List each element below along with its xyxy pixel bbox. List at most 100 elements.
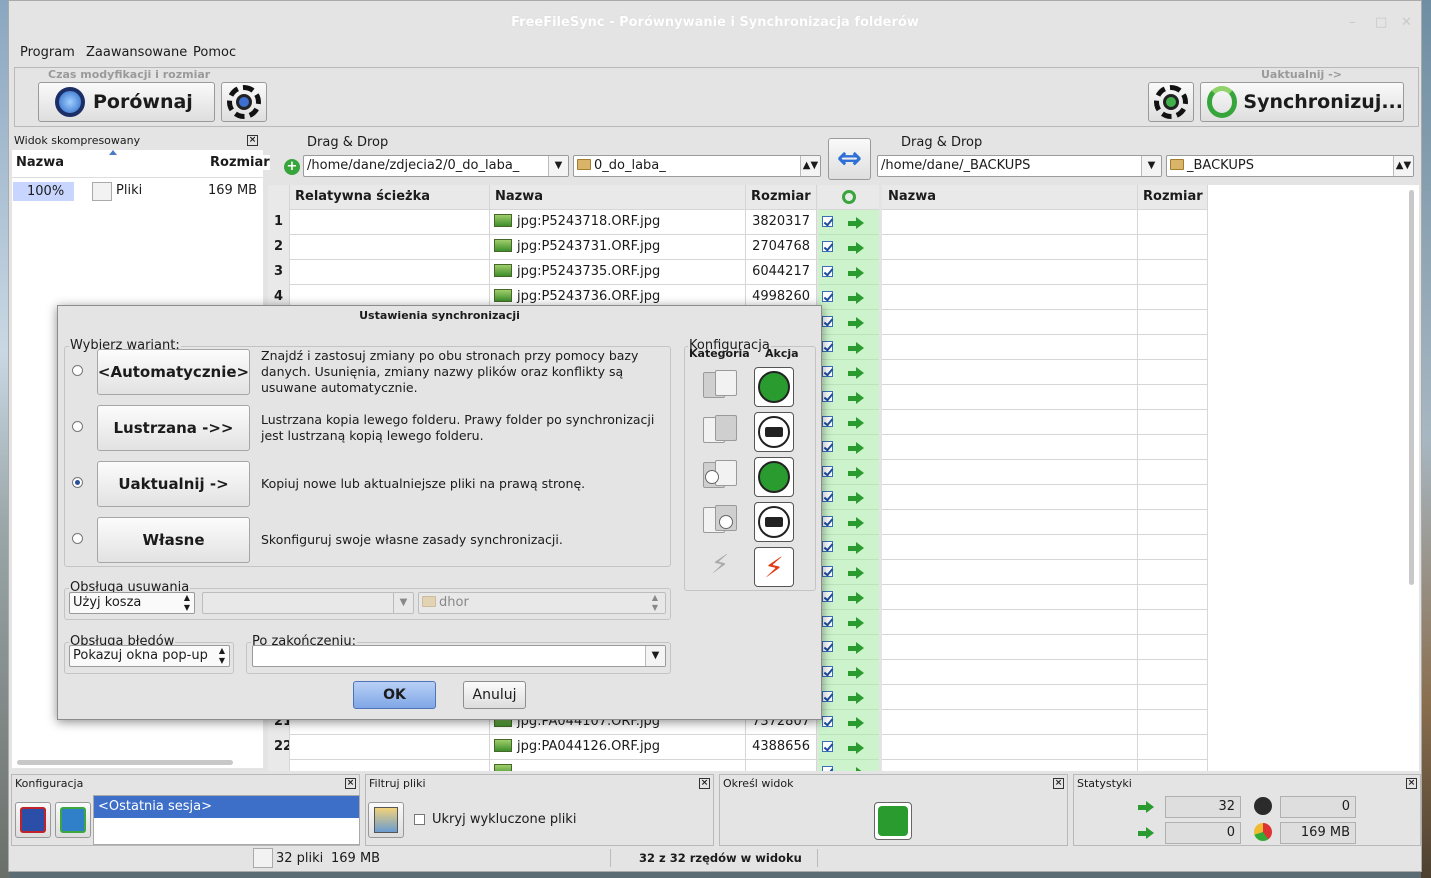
create-right-icon[interactable] — [848, 592, 864, 604]
chevron-down-icon[interactable]: ▼ — [1141, 156, 1161, 176]
sync-settings-button[interactable] — [1148, 82, 1194, 122]
table-row[interactable] — [882, 235, 1208, 260]
table-row[interactable] — [882, 335, 1208, 360]
table-row[interactable] — [268, 760, 817, 771]
show-create-right-toggle[interactable] — [874, 802, 912, 840]
action-row[interactable] — [818, 760, 879, 771]
compare-settings-button[interactable] — [221, 82, 267, 122]
action-row[interactable] — [818, 560, 879, 585]
table-row[interactable] — [882, 560, 1208, 585]
tree-row-files[interactable]: 100% Pliki 169 MB — [12, 180, 263, 204]
variant-mirror-button[interactable]: Lustrzana ->> — [97, 405, 250, 451]
action-row[interactable] — [818, 585, 879, 610]
action-row[interactable] — [818, 635, 879, 660]
radio-automatic[interactable] — [72, 365, 83, 376]
create-right-icon[interactable] — [848, 242, 864, 254]
table-row[interactable]: 1 jpg:P5243718.ORF.jpg 3820317 — [268, 210, 817, 235]
include-checkbox[interactable] — [822, 266, 833, 277]
action-update-right-button[interactable] — [754, 457, 794, 497]
include-checkbox[interactable] — [822, 591, 833, 602]
include-checkbox[interactable] — [822, 716, 833, 727]
on-completion-input[interactable]: ▼ — [252, 645, 666, 667]
include-checkbox[interactable] — [822, 541, 833, 552]
include-checkbox[interactable] — [822, 641, 833, 652]
left-folder-path-input[interactable]: /home/dane/zdjecia2/0_do_laba_ ▼ — [303, 155, 569, 177]
action-row[interactable] — [818, 310, 879, 335]
create-right-icon[interactable] — [848, 442, 864, 454]
col-header-name[interactable]: Nazwa — [882, 185, 1138, 210]
error-handling-select[interactable]: Pokazuj okna pop-up ▲ ▼ — [69, 645, 230, 667]
table-row[interactable] — [882, 210, 1208, 235]
filter-button[interactable] — [368, 802, 404, 838]
load-config-button[interactable] — [55, 802, 91, 838]
radio-custom[interactable] — [72, 533, 83, 544]
create-right-icon[interactable] — [848, 492, 864, 504]
col-header-size[interactable]: Rozmiar — [210, 155, 270, 170]
variant-update-button[interactable]: Uaktualnij -> — [97, 461, 250, 507]
table-row[interactable]: 2 jpg:P5243731.ORF.jpg 2704768 — [268, 235, 817, 260]
include-checkbox[interactable] — [822, 616, 833, 627]
create-right-icon[interactable] — [848, 342, 864, 354]
include-checkbox[interactable] — [822, 666, 833, 677]
action-row[interactable] — [818, 360, 879, 385]
create-right-icon[interactable] — [848, 667, 864, 679]
create-right-icon[interactable] — [848, 467, 864, 479]
action-row[interactable] — [818, 460, 879, 485]
synchronize-button[interactable]: Synchronizuj... — [1200, 82, 1404, 122]
include-checkbox[interactable] — [822, 466, 833, 477]
create-right-icon[interactable] — [848, 267, 864, 279]
action-row[interactable] — [818, 660, 879, 685]
hide-excluded-checkbox[interactable] — [414, 814, 425, 825]
include-checkbox[interactable] — [822, 691, 833, 702]
create-right-icon[interactable] — [848, 217, 864, 229]
include-checkbox[interactable] — [822, 441, 833, 452]
sync-direction-icon[interactable] — [841, 190, 856, 204]
action-do-nothing-button[interactable] — [754, 412, 794, 452]
swap-sides-button[interactable]: ⇔ — [828, 138, 871, 180]
create-right-icon[interactable] — [848, 367, 864, 379]
action-row[interactable] — [818, 285, 879, 310]
radio-mirror[interactable] — [72, 421, 83, 432]
table-row[interactable] — [882, 485, 1208, 510]
action-row[interactable] — [818, 385, 879, 410]
compare-button[interactable]: Porównaj — [38, 82, 215, 122]
action-do-nothing-newer-button[interactable] — [754, 502, 794, 542]
table-row[interactable] — [882, 285, 1208, 310]
action-row[interactable] — [818, 335, 879, 360]
save-config-button[interactable] — [15, 802, 51, 838]
table-row[interactable] — [882, 710, 1208, 735]
action-row[interactable] — [818, 710, 879, 735]
cancel-button[interactable]: Anuluj — [463, 681, 526, 709]
col-header-name[interactable]: Nazwa — [490, 185, 746, 210]
action-row[interactable] — [818, 260, 879, 285]
chevron-down-icon[interactable]: ▼ — [548, 156, 568, 176]
spin-arrows-icon[interactable]: ▲▼ — [800, 156, 820, 176]
radio-update[interactable] — [72, 477, 83, 488]
table-row[interactable]: 3 jpg:P5243735.ORF.jpg 6044217 — [268, 260, 817, 285]
include-checkbox[interactable] — [822, 366, 833, 377]
table-row[interactable] — [882, 585, 1208, 610]
create-right-icon[interactable] — [848, 542, 864, 554]
deletion-mode-select[interactable]: Użyj kosza ▲ ▼ — [69, 592, 195, 614]
include-checkbox[interactable] — [822, 566, 833, 577]
table-row[interactable] — [882, 385, 1208, 410]
table-row[interactable] — [882, 510, 1208, 535]
table-row[interactable] — [882, 610, 1208, 635]
table-row[interactable]: 22 jpg:PA044126.ORF.jpg4388656 — [268, 735, 817, 760]
col-header-relative-path[interactable]: Relatywna ścieżka — [290, 185, 490, 210]
action-row[interactable] — [818, 235, 879, 260]
action-conflict-button[interactable]: ⚡ — [754, 547, 794, 587]
minimize-button[interactable]: – — [1349, 15, 1356, 30]
include-checkbox[interactable] — [822, 741, 833, 752]
table-row[interactable] — [882, 635, 1208, 660]
create-right-icon[interactable] — [848, 767, 864, 771]
include-checkbox[interactable] — [822, 241, 833, 252]
table-row[interactable] — [882, 435, 1208, 460]
action-create-right-button[interactable] — [754, 367, 794, 407]
include-checkbox[interactable] — [822, 291, 833, 302]
horizontal-scrollbar[interactable] — [17, 760, 233, 765]
create-right-icon[interactable] — [848, 392, 864, 404]
include-checkbox[interactable] — [822, 416, 833, 427]
table-row[interactable] — [882, 535, 1208, 560]
include-checkbox[interactable] — [822, 341, 833, 352]
